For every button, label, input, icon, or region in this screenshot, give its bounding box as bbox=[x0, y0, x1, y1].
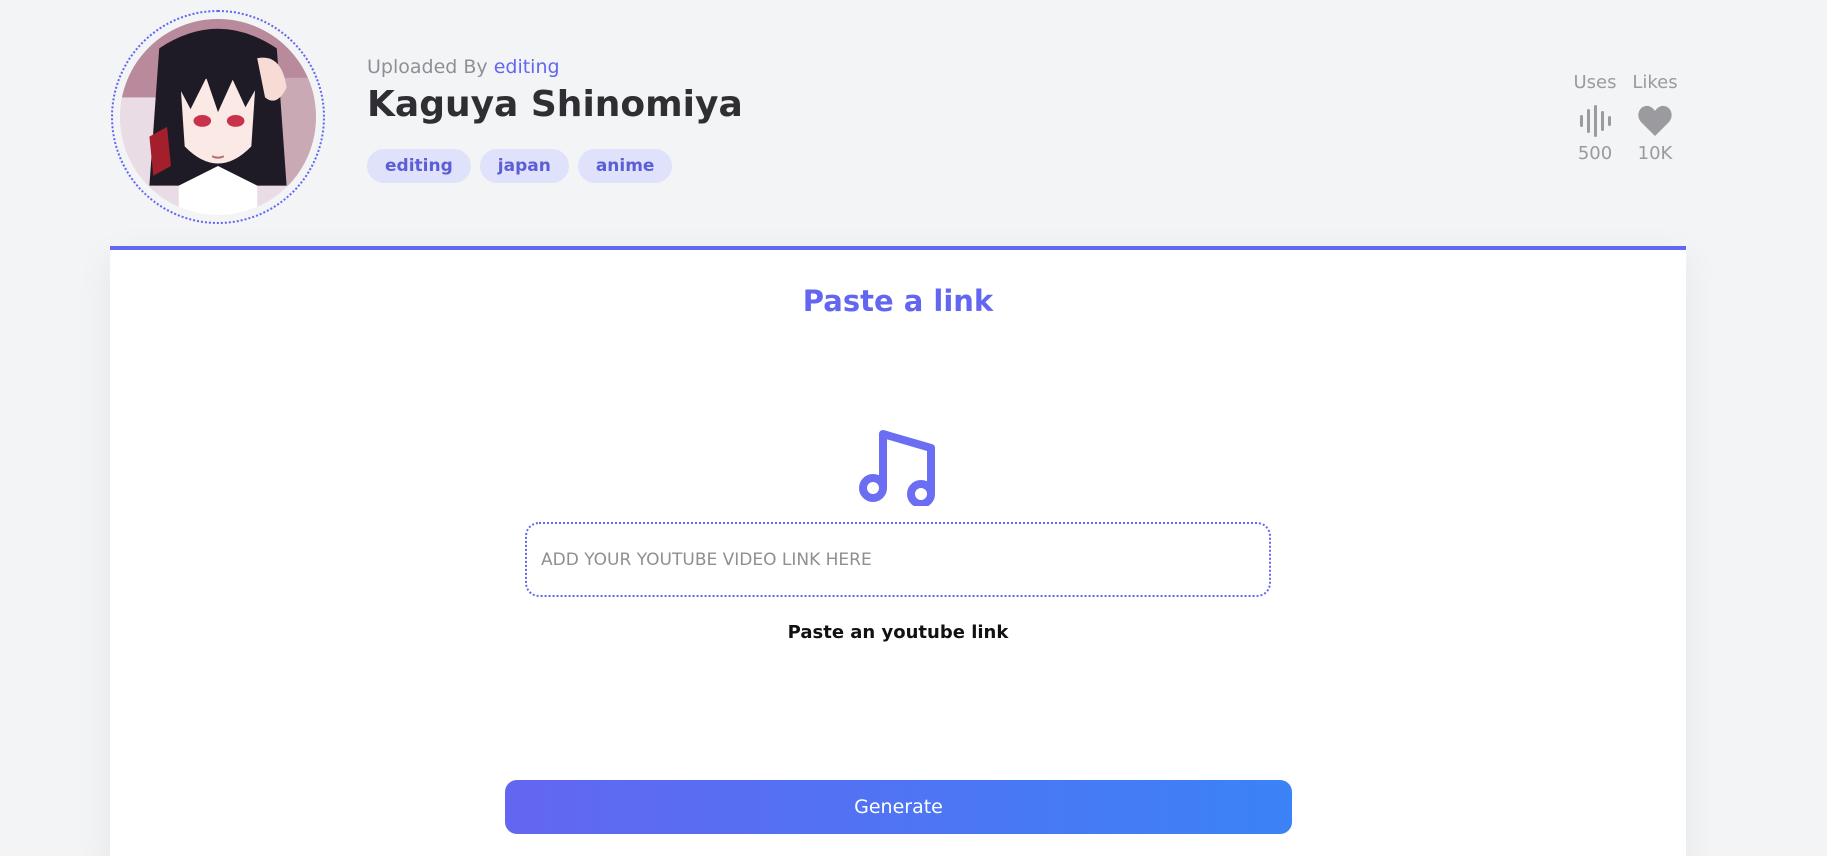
helper-text: Paste an youtube link bbox=[787, 622, 1009, 643]
likes-label: Likes bbox=[1632, 72, 1678, 93]
uses-stat: Uses 500 bbox=[1565, 72, 1625, 164]
page-title: Kaguya Shinomiya bbox=[367, 84, 743, 125]
generate-button[interactable]: Generate bbox=[505, 780, 1292, 834]
uploaded-by: Uploaded By editing bbox=[367, 56, 560, 78]
tag-editing[interactable]: editing bbox=[367, 149, 471, 183]
heart-icon[interactable] bbox=[1637, 103, 1673, 139]
avatar[interactable] bbox=[111, 10, 325, 224]
sound-wave-icon bbox=[1580, 105, 1611, 137]
music-note-icon bbox=[859, 430, 935, 506]
page: Uploaded By editing Kaguya Shinomiya edi… bbox=[0, 0, 1827, 856]
tag-japan[interactable]: japan bbox=[479, 149, 569, 183]
tag-list: editing japan anime bbox=[367, 149, 673, 183]
uses-count: 500 bbox=[1577, 143, 1613, 164]
uploaded-by-label: Uploaded By bbox=[367, 56, 488, 78]
uploader-link[interactable]: editing bbox=[494, 56, 560, 78]
likes-stat[interactable]: Likes 10K bbox=[1625, 72, 1685, 164]
card-title: Paste a link bbox=[802, 284, 994, 318]
likes-count: 10K bbox=[1637, 143, 1673, 164]
uses-label: Uses bbox=[1573, 72, 1617, 93]
paste-link-card: Paste a link Paste an youtube link Gener… bbox=[110, 246, 1686, 856]
tag-anime[interactable]: anime bbox=[577, 149, 673, 183]
youtube-link-input[interactable] bbox=[525, 522, 1271, 597]
avatar-image bbox=[120, 19, 316, 215]
